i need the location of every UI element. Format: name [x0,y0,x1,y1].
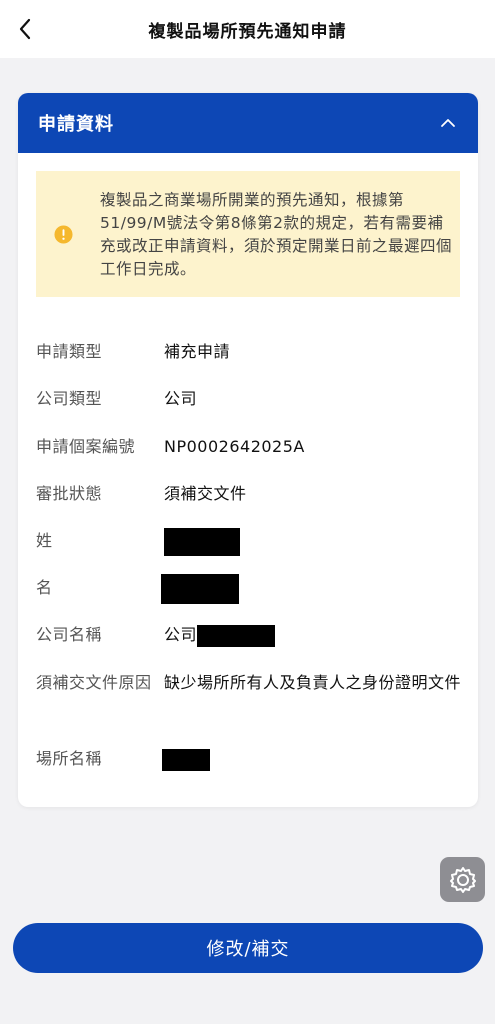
chevron-left-icon [19,18,31,40]
redacted-block [161,573,239,604]
field-value [164,526,464,556]
field-value: 須補交文件 [164,484,247,503]
field-label: 申請類型 [36,342,103,361]
field-label: 須補交文件原因 [36,673,152,692]
page-title: 複製品場所預先通知申請 [148,21,347,42]
field-value: NP0002642025A [164,437,305,456]
field-value: 補充申請 [164,342,231,361]
field-value: 公司 [164,620,464,650]
field-label: 名 [36,578,53,597]
field-value: 公司 [164,389,198,408]
warning-icon [54,225,73,244]
gear-icon [449,866,476,893]
field-value: 缺少場所所有人及負責人之身份證明文件 [164,673,462,692]
top-bar: 複製品場所預先通知申請 [0,0,495,58]
company-name-prefix: 公司 [164,625,198,644]
card-header[interactable]: 申請資料 [18,93,478,153]
modify-submit-button[interactable]: 修改/補交 [13,923,483,973]
field-label: 審批狀態 [36,484,103,503]
field-value [162,744,462,774]
field-value [161,573,461,604]
notice-box: 複製品之商業場所開業的預先通知，根據第51/99/M號法令第8條第2款的規定，若… [36,171,460,297]
application-data-card: 申請資料 複製品之商業場所開業的預先通知，根據第51/99/M號法令第8條第2款… [18,93,478,807]
settings-button[interactable] [440,857,485,902]
field-label: 姓 [36,531,53,550]
field-label: 申請個案編號 [36,437,136,456]
field-label: 公司名稱 [36,625,103,644]
notice-text: 複製品之商業場所開業的預先通知，根據第51/99/M號法令第8條第2款的規定，若… [100,191,453,278]
card-title: 申請資料 [38,114,114,135]
back-button[interactable] [10,14,40,44]
redacted-block [197,624,276,647]
redacted-block [164,527,240,556]
redacted-block [162,748,210,771]
field-label: 公司類型 [36,389,103,408]
chevron-up-icon[interactable] [440,118,456,128]
field-label: 場所名稱 [36,749,103,768]
